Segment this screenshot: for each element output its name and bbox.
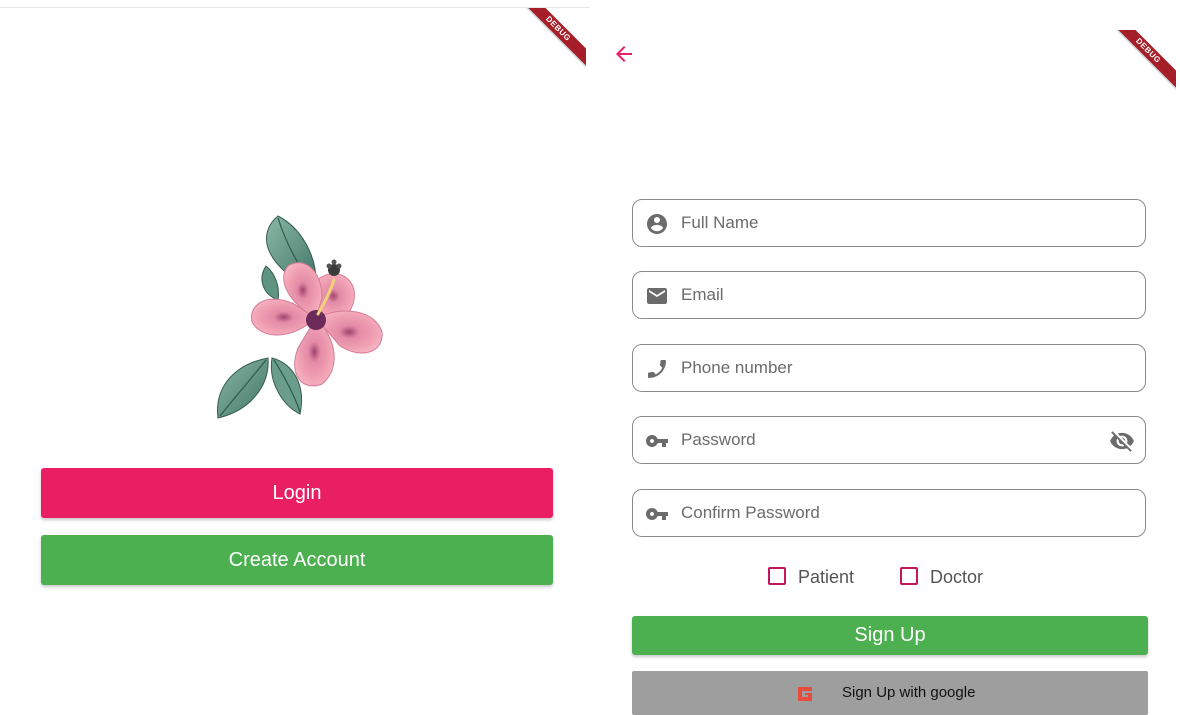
role-option-doctor[interactable]: Doctor: [900, 565, 1010, 589]
patient-checkbox[interactable]: [768, 567, 786, 585]
debug-banner: DEBUG: [1112, 30, 1176, 94]
password-placeholder: Password: [681, 430, 756, 449]
full-name-field[interactable]: Full Name: [632, 199, 1146, 247]
email-field[interactable]: Email: [632, 271, 1146, 319]
arrow-left-icon[interactable]: [612, 42, 636, 66]
password-field[interactable]: Password: [632, 416, 1146, 464]
top-divider: [0, 7, 590, 8]
debug-banner-label: DEBUG: [522, 8, 586, 69]
confirm-password-placeholder: Confirm Password: [681, 503, 820, 522]
create-account-button[interactable]: Create Account: [41, 535, 553, 585]
visibility-off-icon[interactable]: [1109, 428, 1135, 454]
hibiscus-flower-illustration: [217, 215, 383, 419]
full-name-placeholder: Full Name: [681, 213, 759, 232]
phone-icon: [648, 360, 666, 378]
debug-banner: DEBUG: [522, 8, 586, 72]
key-icon: [646, 435, 668, 447]
email-placeholder: Email: [681, 285, 724, 304]
debug-banner-label: DEBUG: [1112, 30, 1176, 91]
phone-number-placeholder: Phone number: [681, 358, 793, 377]
doctor-label: Doctor: [930, 567, 984, 587]
confirm-password-field[interactable]: Confirm Password: [632, 489, 1146, 537]
sign-up-button[interactable]: Sign Up: [632, 616, 1148, 655]
welcome-screen: DEBUG Login Create Account: [0, 0, 590, 715]
phone-number-field[interactable]: Phone number: [632, 344, 1146, 392]
signup-screen: DEBUG Full Name Email Phone number Passw…: [590, 0, 1180, 715]
role-option-patient[interactable]: Patient: [768, 565, 878, 589]
doctor-checkbox[interactable]: [900, 567, 918, 585]
account-circle-icon: [647, 214, 667, 234]
sign-up-with-google-button[interactable]: Sign Up with google: [632, 671, 1148, 715]
login-button[interactable]: Login: [41, 468, 553, 518]
patient-label: Patient: [798, 567, 855, 587]
google-button-label: Sign Up with google: [842, 684, 976, 701]
mail-icon: [647, 288, 667, 304]
google-g-icon: [798, 687, 812, 701]
key-icon: [646, 508, 668, 520]
